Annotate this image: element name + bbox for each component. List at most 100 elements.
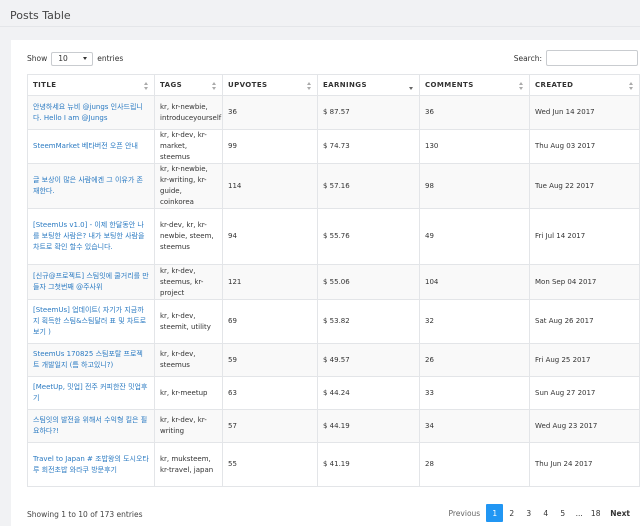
post-title-link[interactable]: 글 보상이 많은 사람에겐 그 이유가 존재한다.	[33, 176, 143, 195]
tags-cell: kr, kr-dev, steemus	[154, 343, 223, 377]
th-comments[interactable]: COMMENTS	[419, 74, 530, 96]
upvotes-cell: 59	[222, 343, 318, 377]
sort-desc-icon	[409, 82, 414, 90]
title-cell: [SteemUs] 업데이트( 자기가 지금까지 획득한 스팀&스팀달러 표 및…	[27, 299, 155, 344]
title-cell: 스팀잇의 발전을 위해서 수익형 킬은 필요하다?!	[27, 409, 155, 443]
earnings-cell: $ 44.19	[317, 409, 420, 443]
post-title-link[interactable]: [신규@프로젝트] 스팀잇에 쿨거리를 만들자 그첫번째 @주사위	[33, 272, 149, 291]
chevron-down-icon	[83, 57, 88, 60]
earnings-cell: $ 44.24	[317, 376, 420, 410]
table-body: 안녕하세요 뉴비 @jungs 인사드립니다. Hello I am @Jung…	[27, 95, 640, 487]
title-cell: [MeetUp, 밋업] 전주 커피한잔 밋업후기	[27, 376, 155, 410]
upvotes-cell: 57	[222, 409, 318, 443]
comments-cell: 33	[419, 376, 530, 410]
column-header-label: COMMENTS	[425, 81, 474, 89]
show-label: Show	[27, 54, 48, 63]
search-control: Search:	[514, 50, 638, 66]
upvotes-cell: 114	[222, 163, 318, 209]
post-title-link[interactable]: [SteemUs] 업데이트( 자기가 지금까지 획득한 스팀&스팀달러 표 및…	[33, 306, 146, 336]
column-header-label: EARNINGS	[323, 81, 367, 89]
search-label: Search:	[513, 53, 542, 63]
column-header-label: TITLE	[33, 81, 57, 89]
created-cell: Wed Jun 14 2017	[529, 95, 640, 130]
entries-select[interactable]: 10	[51, 51, 94, 66]
upvotes-cell: 99	[222, 129, 318, 164]
title-cell: Travel to Japan # 조밥왕의 도시오타루 회전초밥 와라쿠 방문…	[27, 442, 155, 487]
th-upvotes[interactable]: UPVOTES	[222, 74, 318, 96]
page-button-5[interactable]: 5	[554, 504, 571, 522]
page-button-4[interactable]: 4	[537, 504, 554, 522]
post-title-link[interactable]: Travel to Japan # 조밥왕의 도시오타루 회전초밥 와라쿠 방문…	[33, 455, 149, 474]
post-title-link[interactable]: SteemUs 170825 스팀포탈 프로젝트 개발일지 (틈 하고있니?)	[33, 350, 143, 369]
table-header-row: TITLE TAGS UPVOTES EARNINGS COMMENTS CREATED	[27, 74, 640, 96]
comments-cell: 49	[419, 208, 530, 265]
entries-label: entries	[97, 54, 124, 63]
table-row: 안녕하세요 뉴비 @jungs 인사드립니다. Hello I am @Jung…	[27, 95, 640, 130]
entries-select-value: 10	[58, 54, 68, 63]
table-info: Showing 1 to 10 of 173 entries	[27, 510, 143, 519]
previous-button[interactable]: Previous	[443, 504, 487, 522]
earnings-cell: $ 74.73	[317, 129, 420, 164]
length-control: Show 10 entries	[27, 51, 123, 66]
tags-cell: kr, muksteem, kr-travel, japan	[154, 442, 223, 487]
upvotes-cell: 55	[222, 442, 318, 487]
created-cell: Sun Aug 27 2017	[529, 376, 640, 410]
title-cell: SteemMarket 베타버전 오픈 안내	[27, 129, 155, 164]
sort-icon	[212, 82, 217, 90]
comments-cell: 104	[419, 264, 530, 300]
upvotes-cell: 63	[222, 376, 318, 410]
post-title-link[interactable]: 스팀잇의 발전을 위해서 수익형 킬은 필요하다?!	[33, 416, 147, 435]
tags-cell: kr-dev, kr, kr-newbie, steem, steemus	[154, 208, 223, 265]
tags-cell: kr, kr-meetup	[154, 376, 223, 410]
earnings-cell: $ 53.82	[317, 299, 420, 344]
comments-cell: 36	[419, 95, 530, 130]
page-button-3[interactable]: 3	[520, 504, 537, 522]
th-title[interactable]: TITLE	[27, 74, 155, 96]
earnings-cell: $ 57.16	[317, 163, 420, 209]
table-row: [SteemUs] 업데이트( 자기가 지금까지 획득한 스팀&스팀달러 표 및…	[27, 299, 640, 344]
search-input[interactable]	[546, 50, 638, 66]
th-created[interactable]: CREATED	[529, 74, 640, 96]
tags-cell: kr, kr-dev, kr-market, steemus	[154, 129, 223, 164]
tags-cell: kr, kr-dev, steemit, utility	[154, 299, 223, 344]
table-row: [MeetUp, 밋업] 전주 커피한잔 밋업후기 kr, kr-meetup 63…	[27, 376, 640, 410]
post-title-link[interactable]: [SteemUs v1.0] - 이제 한달동안 나를 보팅한 사람은? 내가 …	[33, 221, 144, 251]
header-divider	[0, 26, 640, 27]
post-title-link[interactable]: [MeetUp, 밋업] 전주 커피한잔 밋업후기	[33, 383, 147, 402]
table-row: Travel to Japan # 조밥왕의 도시오타루 회전초밥 와라쿠 방문…	[27, 442, 640, 487]
title-cell: 글 보상이 많은 사람에겐 그 이유가 존재한다.	[27, 163, 155, 209]
pagination: Previous 1 2 3 4 5 ... 18 Next	[443, 504, 637, 522]
page-button-last[interactable]: 18	[587, 504, 604, 522]
post-title-link[interactable]: 안녕하세요 뉴비 @jungs 인사드립니다. Hello I am @Jung…	[33, 103, 143, 122]
comments-cell: 34	[419, 409, 530, 443]
page-title: Posts Table	[10, 9, 71, 22]
sort-icon	[144, 82, 149, 90]
posts-table: TITLE TAGS UPVOTES EARNINGS COMMENTS CREATED …	[27, 74, 640, 487]
comments-cell: 98	[419, 163, 530, 209]
sort-icon	[519, 82, 524, 90]
th-tags[interactable]: TAGS	[154, 74, 223, 96]
page-button-1[interactable]: 1	[486, 504, 504, 522]
created-cell: Sat Aug 26 2017	[529, 299, 640, 344]
next-button[interactable]: Next	[604, 504, 636, 522]
upvotes-cell: 36	[222, 95, 318, 130]
tags-cell: kr, kr-newbie, introduceyourself	[154, 95, 223, 130]
table-row: [신규@프로젝트] 스팀잇에 쿨거리를 만들자 그첫번째 @주사위 kr, kr-…	[27, 264, 640, 300]
posts-card: Show 10 entries Search: TITLE TAGS UPVOTES…	[11, 40, 640, 526]
upvotes-cell: 69	[222, 299, 318, 344]
created-cell: Fri Aug 25 2017	[529, 343, 640, 377]
title-cell: 안녕하세요 뉴비 @jungs 인사드립니다. Hello I am @Jung…	[27, 95, 155, 130]
earnings-cell: $ 41.19	[317, 442, 420, 487]
comments-cell: 28	[419, 442, 530, 487]
th-earnings[interactable]: EARNINGS	[317, 74, 420, 96]
tags-cell: kr, kr-newbie, kr-writing, kr-guide, coi…	[154, 163, 223, 209]
created-cell: Wed Aug 23 2017	[529, 409, 640, 443]
comments-cell: 130	[419, 129, 530, 164]
title-cell: SteemUs 170825 스팀포탈 프로젝트 개발일지 (틈 하고있니?)	[27, 343, 155, 377]
table-row: 스팀잇의 발전을 위해서 수익형 킬은 필요하다?! kr, kr-dev, kr…	[27, 409, 640, 443]
earnings-cell: $ 87.57	[317, 95, 420, 130]
page-button-2[interactable]: 2	[503, 504, 520, 522]
earnings-cell: $ 55.06	[317, 264, 420, 300]
post-title-link[interactable]: SteemMarket 베타버전 오픈 안내	[33, 142, 138, 150]
pagination-ellipsis: ...	[575, 508, 583, 518]
